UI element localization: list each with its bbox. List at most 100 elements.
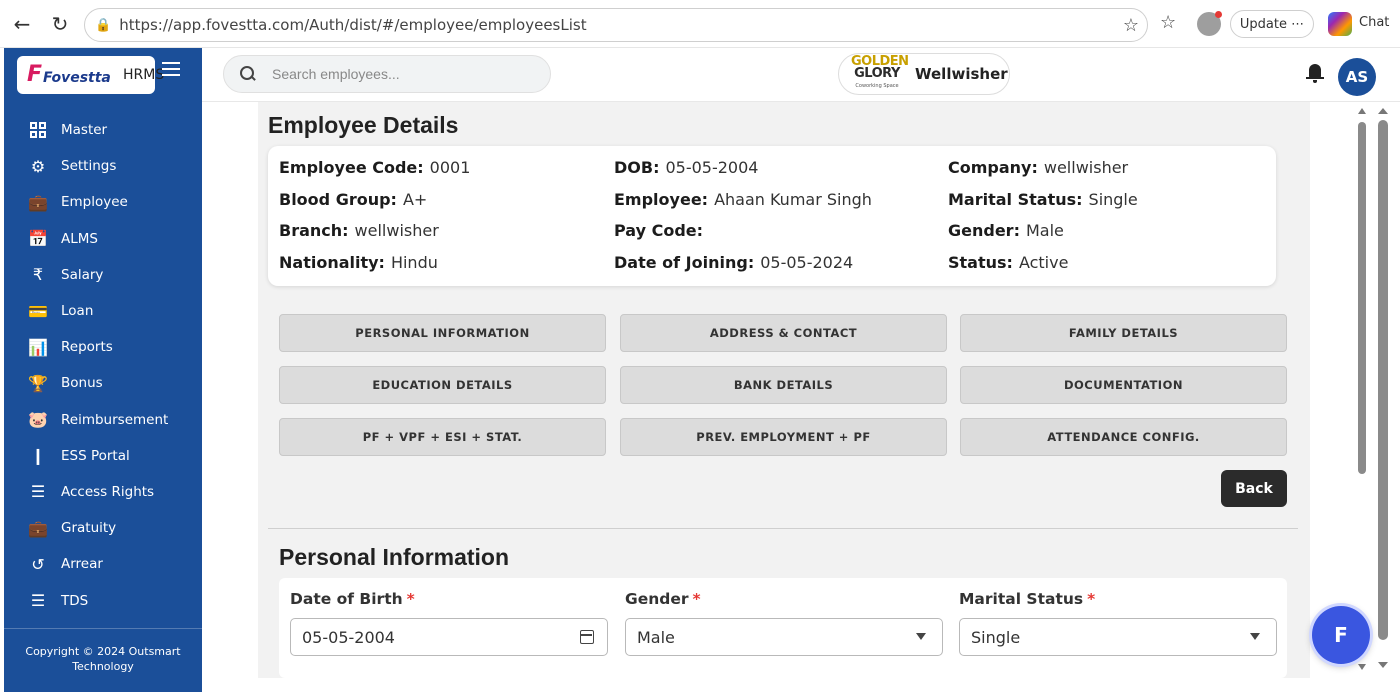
sidebar-item-bonus[interactable]: 🏆 Bonus [4,365,202,401]
scroll-up-icon[interactable] [1358,108,1366,114]
dob-label: Date of Birth * [290,590,415,608]
sidebar-item-reports[interactable]: 📊 Reports [4,329,202,365]
hamburger-menu-icon[interactable] [162,62,180,76]
detail-value: Male [1025,221,1064,240]
tab-bank-details[interactable]: BANK DETAILS [620,366,947,404]
url-text: https://app.fovestta.com/Auth/dist/#/emp… [119,16,587,34]
user-avatar[interactable]: AS [1338,58,1376,96]
sidebar-item-label: Settings [61,158,117,175]
update-button[interactable]: Update ⋯ [1230,10,1314,38]
sidebar-item-reimbursement[interactable]: 🐷 Reimbursement [4,402,202,438]
sidebar-item-ess-portal[interactable]: ❙ ESS Portal [4,438,202,474]
gender-value: Male [637,627,675,647]
calendar-icon: 📅 [28,229,48,249]
detail-value: 05-05-2004 [665,158,759,177]
tab-family-details[interactable]: FAMILY DETAILS [960,314,1287,352]
person-icon: ❙ [31,446,45,466]
tab-pf-vpf-esi-stat[interactable]: PF + VPF + ESI + STAT. [279,418,606,456]
logo[interactable]: F Fovestta HRMS [17,56,164,94]
detail-value: wellwisher [354,221,439,240]
lock-icon: 🔒 [95,17,112,33]
address-bar[interactable]: 🔒 https://app.fovestta.com/Auth/dist/#/e… [84,8,1148,42]
content-scrollbar[interactable] [1354,102,1372,678]
search-box[interactable] [223,55,551,93]
page-scrollbar[interactable] [1375,102,1395,692]
back-button[interactable]: Back [1221,470,1287,507]
dob-label-text: Date of Birth [290,590,403,608]
tab-documentation[interactable]: DOCUMENTATION [960,366,1287,404]
required-mark: * [692,590,701,608]
search-icon [240,66,256,82]
id-badge-icon: 💼 [28,192,48,212]
detail-label: Pay Code: [614,221,704,240]
tab-attendance-config[interactable]: ATTENDANCE CONFIG. [960,418,1287,456]
scroll-thumb[interactable] [1358,122,1366,474]
detail-field-blood-group: Blood Group: A+ [279,190,427,209]
chevron-down-icon [1250,633,1260,640]
floating-action-button[interactable]: F [1312,606,1370,664]
detail-value: Ahaan Kumar Singh [714,190,872,209]
detail-value: 05-05-2024 [760,253,854,272]
dob-input[interactable]: 05-05-2004 [290,618,608,656]
detail-value: A+ [402,190,428,209]
sidebar-item-salary[interactable]: ₹ Salary [4,257,202,293]
logo-product: HRMS [123,67,165,83]
sidebar-item-label: Gratuity [61,520,117,537]
copilot-icon[interactable] [1328,12,1352,36]
star-icon[interactable]: ☆ [1123,15,1139,36]
detail-label: Blood Group: [279,190,397,209]
sidebar-item-employee[interactable]: 💼 Employee [4,184,202,220]
chevron-down-icon [916,633,926,640]
employee-details-title: Employee Details [268,112,459,138]
scroll-thumb[interactable] [1378,120,1388,640]
back-arrow-icon[interactable]: ← [6,8,38,40]
refresh-icon[interactable]: ↻ [44,8,76,40]
brand-logo: GOLDEN GLORY Coworking Space [851,55,909,92]
sidebar-item-label: Employee [61,194,128,211]
logo-mark: F [27,62,43,87]
sidebar-item-access-rights[interactable]: ☰ Access Rights [4,474,202,510]
detail-label: Nationality: [279,253,385,272]
favorites-icon[interactable]: ☆ [1160,12,1176,33]
tab-address-contact[interactable]: ADDRESS & CONTACT [620,314,947,352]
copyright: Copyright © 2024 Outsmart Technology [4,644,202,674]
sidebar-item-gratuity[interactable]: 💼 Gratuity [4,510,202,546]
tab-personal-information[interactable]: PERSONAL INFORMATION [279,314,606,352]
chat-label[interactable]: Chat [1359,15,1389,30]
scroll-up-icon[interactable] [1378,108,1388,114]
detail-label: Employee Code: [279,158,424,177]
sidebar-divider [4,628,202,629]
sidebar: F Fovestta HRMS Master ⚙ Settings 💼 Employee… [4,48,202,692]
brand-name: Wellwisher [915,65,1008,83]
gender-select[interactable]: Male [625,618,943,656]
detail-field-dob: DOB: 05-05-2004 [614,158,758,177]
sidebar-item-loan[interactable]: 💳 Loan [4,293,202,329]
gender-label-text: Gender [625,590,689,608]
sidebar-item-settings[interactable]: ⚙ Settings [4,148,202,184]
sidebar-item-arrear[interactable]: ↺ Arrear [4,546,202,582]
detail-field-pay-code: Pay Code: [614,221,709,240]
brand-logo-line-2: GLORY [854,66,900,81]
bell-icon[interactable] [1306,62,1326,84]
detail-field-company: Company: wellwisher [948,158,1128,177]
sidebar-item-label: Arrear [61,556,103,573]
calendar-icon[interactable] [580,630,594,644]
search-input[interactable] [272,66,532,82]
detail-value: Hindu [390,253,438,272]
scroll-down-icon[interactable] [1378,662,1388,668]
sidebar-item-alms[interactable]: 📅 ALMS [4,221,202,257]
sidebar-item-tds[interactable]: ☰ TDS [4,582,202,618]
marital-status-select[interactable]: Single [959,618,1277,656]
company-brand[interactable]: GOLDEN GLORY Coworking Space Wellwisher [838,53,1010,95]
detail-field-marital-status: Marital Status: Single [948,190,1138,209]
notification-dot [1215,11,1222,18]
tab-prev-employment-pf[interactable]: PREV. EMPLOYMENT + PF [620,418,947,456]
sidebar-item-master[interactable]: Master [4,112,202,148]
detail-field-employee-code: Employee Code: 0001 [279,158,470,177]
briefcase-icon: 💼 [28,518,48,538]
sidebar-item-label: Bonus [61,375,103,392]
detail-value: Single [1088,190,1138,209]
required-mark: * [406,590,415,608]
scroll-down-icon[interactable] [1358,664,1366,670]
tab-education-details[interactable]: EDUCATION DETAILS [279,366,606,404]
